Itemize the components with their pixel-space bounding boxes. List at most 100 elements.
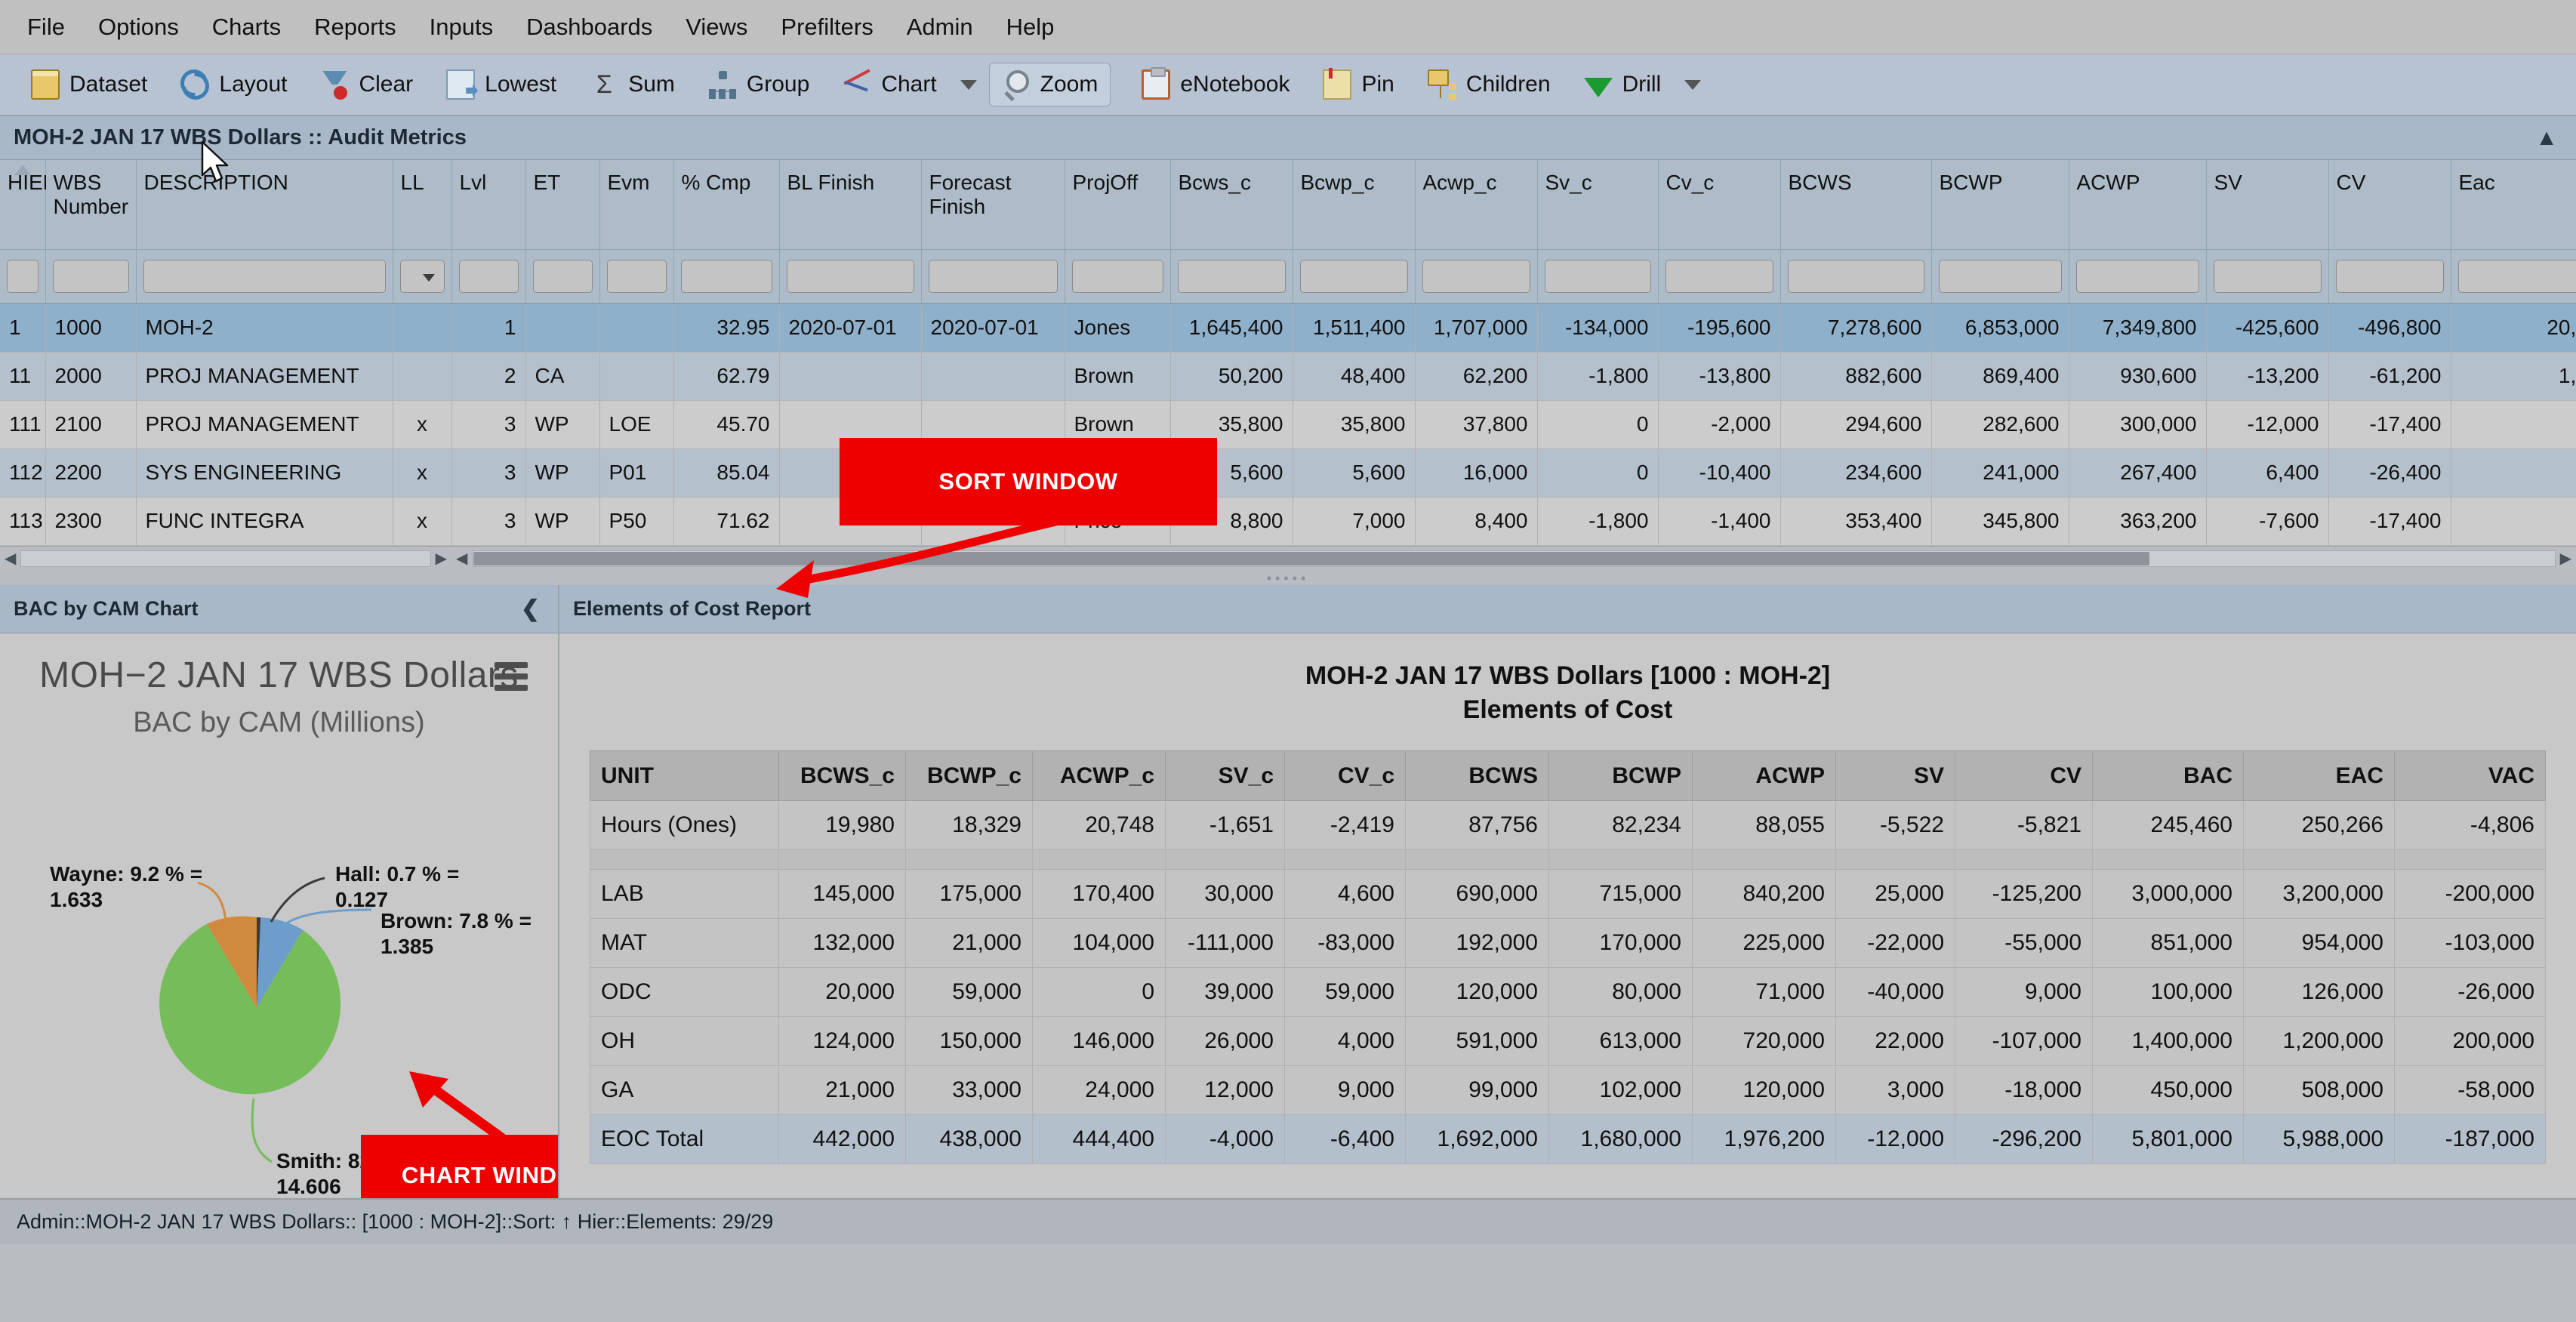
filter-input-bcwp[interactable] bbox=[1938, 259, 2062, 293]
grid-col-forecast-finish[interactable]: Forecast Finish bbox=[921, 160, 1065, 250]
report-cell[interactable]: -200,000 bbox=[2394, 869, 2546, 920]
grid-cell[interactable]: -13,200 bbox=[2206, 352, 2329, 401]
table-row[interactable]: MAT 132,000 21,000 104,000 -111,000 -83,000 19… bbox=[590, 918, 2546, 969]
grid-cell[interactable]: 234,600 bbox=[1780, 448, 1932, 498]
grid-col-bcwp[interactable]: BCWP bbox=[1931, 160, 2069, 250]
report-cell[interactable]: 245,460 bbox=[2092, 800, 2244, 851]
zoom-button[interactable]: Zoom bbox=[988, 63, 1111, 106]
dataset-button[interactable]: Dataset bbox=[18, 63, 160, 106]
grid-cell[interactable]: x bbox=[393, 448, 452, 498]
grid-cell[interactable]: 267,400 bbox=[2069, 448, 2207, 498]
grid-cell[interactable]: WP bbox=[525, 448, 600, 498]
grid-cell[interactable]: 16,000 bbox=[1415, 448, 1538, 498]
filter-input-forecast-finish[interactable] bbox=[928, 259, 1058, 293]
grid-cell[interactable] bbox=[599, 352, 674, 401]
hamburger-menu-icon[interactable] bbox=[495, 661, 528, 696]
grid-cell[interactable]: 1000 bbox=[45, 304, 137, 353]
grid-cell[interactable]: 50,200 bbox=[1170, 352, 1293, 401]
report-cell[interactable]: 438,000 bbox=[905, 1114, 1033, 1165]
grid-cell[interactable] bbox=[393, 352, 452, 401]
filter-input-bl-finish[interactable] bbox=[786, 259, 914, 293]
report-cell[interactable]: Hours (Ones) bbox=[590, 800, 779, 851]
left-scroll-track[interactable] bbox=[20, 550, 431, 567]
report-cell[interactable]: 1,692,000 bbox=[1405, 1114, 1549, 1165]
report-cell[interactable]: -103,000 bbox=[2394, 918, 2546, 969]
report-cell[interactable]: 59,000 bbox=[905, 967, 1033, 1018]
filter-input-pct-cmp[interactable] bbox=[680, 259, 772, 293]
report-cell[interactable]: -111,000 bbox=[1165, 918, 1285, 969]
report-cell[interactable]: 39,000 bbox=[1165, 967, 1285, 1018]
report-cell[interactable]: 20,000 bbox=[778, 967, 906, 1018]
report-col-bcws-c[interactable]: BCWS_c bbox=[778, 750, 906, 802]
report-cell[interactable]: 444,400 bbox=[1032, 1114, 1166, 1165]
grid-col-et[interactable]: ET bbox=[525, 160, 600, 250]
grid-cell[interactable]: WP bbox=[525, 497, 600, 546]
report-col-vac[interactable]: VAC bbox=[2394, 750, 2546, 802]
report-cell[interactable]: ODC bbox=[590, 967, 779, 1018]
report-cell[interactable]: -55,000 bbox=[1955, 918, 2093, 969]
report-col-bcwp[interactable]: BCWP bbox=[1548, 750, 1693, 802]
menu-item-dashboards[interactable]: Dashboards bbox=[510, 9, 669, 45]
grid-cell[interactable]: 85.04 bbox=[673, 448, 780, 498]
grid-col-eac[interactable]: Eac bbox=[2451, 160, 2576, 250]
report-cell[interactable]: 4,000 bbox=[1284, 1016, 1406, 1067]
grid-cell[interactable]: 2200 bbox=[45, 448, 137, 498]
filter-input-lvl[interactable] bbox=[458, 259, 519, 293]
filter-input-et[interactable] bbox=[532, 259, 593, 293]
report-cell[interactable]: 18,329 bbox=[905, 800, 1033, 851]
grid-cell[interactable]: -1,800 bbox=[1537, 352, 1659, 401]
grid-cell[interactable]: 8,400 bbox=[1415, 497, 1538, 546]
grid-cell[interactable]: 930,600 bbox=[2069, 352, 2207, 401]
report-cell[interactable]: 9,000 bbox=[1284, 1065, 1406, 1116]
grid-col-hier[interactable]: HIER bbox=[0, 160, 58, 250]
report-cell[interactable]: -4,806 bbox=[2394, 800, 2546, 851]
grid-cell[interactable]: WP bbox=[525, 400, 600, 449]
grid-col-description[interactable]: DESCRIPTION bbox=[136, 160, 393, 250]
grid-cell[interactable]: 1,645,400 bbox=[1170, 304, 1293, 353]
report-cell[interactable]: 150,000 bbox=[905, 1016, 1033, 1067]
grid-cell[interactable]: 0 bbox=[1537, 448, 1659, 498]
grid-left-scrollbar[interactable]: ◀ ▶ bbox=[0, 550, 451, 567]
chart-button[interactable]: Chart bbox=[830, 63, 949, 106]
grid-cell[interactable]: P50 bbox=[599, 497, 674, 546]
grid-cell[interactable]: -61,200 bbox=[2328, 352, 2451, 401]
report-cell[interactable]: 954,000 bbox=[2243, 918, 2395, 969]
grid-cell[interactable]: 7,000 bbox=[1293, 497, 1416, 546]
report-cell[interactable]: 170,400 bbox=[1032, 869, 1166, 920]
grid-cell[interactable]: 11 bbox=[0, 352, 46, 401]
report-cell[interactable]: 192,000 bbox=[1405, 918, 1549, 969]
grid-col-evm[interactable]: Evm bbox=[599, 160, 674, 250]
report-cell[interactable]: 126,000 bbox=[2243, 967, 2395, 1018]
report-cell[interactable]: 591,000 bbox=[1405, 1016, 1549, 1067]
table-row[interactable]: 111 2100 PROJ MANAGEMENT x 3 WP LOE 45.70 Brown 3… bbox=[0, 400, 2576, 449]
grid-cell[interactable]: 282,600 bbox=[1931, 400, 2069, 449]
report-cell[interactable]: 21,000 bbox=[905, 918, 1033, 969]
report-cell[interactable]: -6,400 bbox=[1284, 1114, 1406, 1165]
grid-cell[interactable]: 0 bbox=[1537, 400, 1659, 449]
grid-cell[interactable]: 363,200 bbox=[2069, 497, 2207, 546]
report-cell[interactable]: 1,976,200 bbox=[1692, 1114, 1836, 1165]
grid-cell[interactable] bbox=[525, 304, 600, 353]
filter-input-acwp[interactable] bbox=[2075, 259, 2199, 293]
filter-input-bcws[interactable] bbox=[1787, 259, 1924, 293]
report-cell[interactable]: 200,000 bbox=[2394, 1016, 2546, 1067]
grid-col-sv-c[interactable]: Sv_c bbox=[1537, 160, 1659, 250]
report-cell[interactable]: -58,000 bbox=[2394, 1065, 2546, 1116]
grid-cell[interactable]: 71.62 bbox=[673, 497, 780, 546]
filter-input-cv[interactable] bbox=[2335, 259, 2444, 293]
grid-cell[interactable]: -12,000 bbox=[2206, 400, 2329, 449]
enotebook-button[interactable]: eNotebook bbox=[1129, 63, 1302, 106]
grid-cell[interactable]: 113 bbox=[0, 497, 46, 546]
report-cell[interactable]: 20,748 bbox=[1032, 800, 1166, 851]
report-cell[interactable]: 104,000 bbox=[1032, 918, 1166, 969]
grid-cell[interactable]: -425,600 bbox=[2206, 304, 2329, 353]
report-cell[interactable]: -5,821 bbox=[1955, 800, 2093, 851]
report-cell[interactable]: 450,000 bbox=[2092, 1065, 2244, 1116]
report-cell[interactable]: 59,000 bbox=[1284, 967, 1406, 1018]
table-row[interactable]: 1 1000 MOH-2 1 32.95 2020-07-01 2020-07-01 Jone… bbox=[0, 304, 2576, 353]
sum-button[interactable]: Σ Sum bbox=[577, 63, 688, 106]
report-cell[interactable]: 715,000 bbox=[1548, 869, 1693, 920]
table-row[interactable]: 11 2000 PROJ MANAGEMENT 2 CA 62.79 Brown 50,200… bbox=[0, 352, 2576, 401]
report-cell[interactable]: -125,200 bbox=[1955, 869, 2093, 920]
grid-col-cv[interactable]: CV bbox=[2328, 160, 2451, 250]
